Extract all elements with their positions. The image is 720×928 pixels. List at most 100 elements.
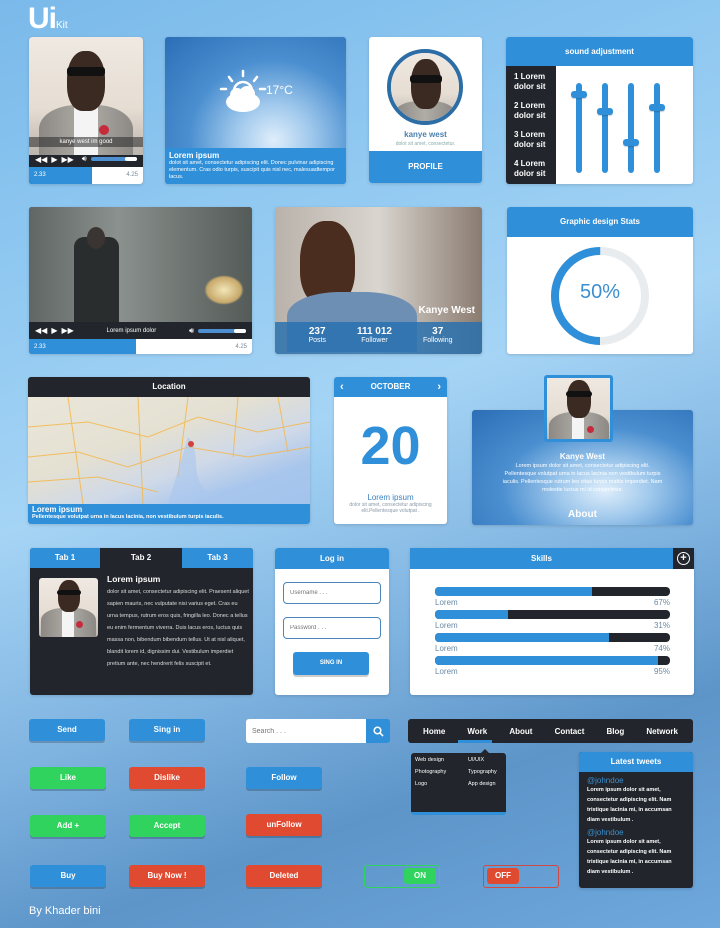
progress-bar[interactable]: 2.33 4.25: [29, 167, 143, 184]
username-input[interactable]: [283, 582, 381, 604]
skill-bar: [435, 633, 670, 642]
search-bar: [246, 719, 390, 743]
toggle-on[interactable]: ON: [364, 865, 440, 888]
nav-bar: Home Work About Contact Blog Network: [408, 719, 693, 743]
tweet-text: Lorem ipsum dolor sit amet, consectetur …: [587, 839, 672, 875]
play-icon[interactable]: ▶: [51, 155, 57, 164]
calendar-month: OCTOBER: [370, 382, 411, 391]
dropdown-item[interactable]: App design: [468, 781, 502, 793]
nav-work[interactable]: Work: [467, 727, 487, 736]
footer-credit: By Khader bini: [29, 905, 101, 917]
nav-blog[interactable]: Blog: [606, 727, 624, 736]
eq-slider[interactable]: [571, 83, 587, 173]
search-input[interactable]: [246, 719, 366, 743]
tweet-text: Lorem ipsum dolor sit amet, consectetur …: [587, 787, 672, 823]
skill-bar: [435, 587, 670, 596]
accept-button[interactable]: Accept: [129, 815, 205, 837]
eq-slider-knob[interactable]: [597, 107, 613, 115]
nav-contact[interactable]: Contact: [555, 727, 585, 736]
nav-home[interactable]: Home: [423, 727, 445, 736]
deleted-button[interactable]: Deleted: [246, 865, 322, 887]
profile-subtitle: dolot sit amet, consectetur.: [395, 141, 456, 147]
skill-value: 74%: [653, 644, 670, 653]
unfollow-button[interactable]: unFollow: [246, 814, 322, 836]
stat-following[interactable]: 37 Following: [423, 326, 453, 354]
tab-3[interactable]: Tab 3: [182, 548, 253, 568]
skill-bar-fill: [435, 610, 508, 619]
about-button[interactable]: About: [472, 509, 693, 520]
send-button[interactable]: Send: [29, 719, 105, 741]
profile-button[interactable]: PROFILE: [369, 151, 482, 183]
skill-bar-fill: [435, 633, 609, 642]
dropdown-item[interactable]: Typography: [468, 769, 502, 781]
profile-name: kanye west: [404, 130, 447, 139]
sound-adjustment-card: sound adjustment 1 Lorem dolor sit 2 Lor…: [506, 37, 693, 184]
dropdown-item[interactable]: Photography: [415, 769, 446, 781]
skill-bar: [435, 610, 670, 619]
temperature: 17°C: [266, 83, 293, 97]
weather-text: dolot sit amet, consectetur adipiscing e…: [169, 160, 335, 180]
video-player-card: ◀◀ ▶ ▶▶ Lorem ipsum dolor 🔊︎ 2.33 4.25: [29, 207, 252, 354]
calendar-event-text: dolor sit amet, consectetur adipiscing e…: [349, 502, 432, 514]
dropdown-item[interactable]: Web design: [415, 757, 444, 769]
nav-network[interactable]: Network: [646, 727, 678, 736]
fast-forward-icon[interactable]: ▶▶: [61, 326, 73, 335]
about-text: Lorem ipsum dolor sit amet, consectetur …: [502, 463, 663, 493]
weather-card: 17°C Lorem ipsum dolot sit amet, consect…: [165, 37, 346, 184]
password-input[interactable]: [283, 617, 381, 639]
channel-label: 2 Lorem dolor sit: [514, 101, 546, 120]
volume-slider[interactable]: [198, 328, 246, 333]
dropdown-item[interactable]: UI/UIX: [468, 757, 502, 769]
partly-cloudy-icon: [219, 69, 267, 112]
time-total: 4.25: [91, 167, 143, 184]
tab-1[interactable]: Tab 1: [30, 548, 100, 568]
next-month-icon[interactable]: ›: [437, 377, 441, 397]
login-card: Log in SING IN: [275, 548, 389, 695]
volume-icon[interactable]: 🔊︎: [82, 154, 87, 164]
eq-slider[interactable]: [623, 83, 639, 173]
follow-button[interactable]: Follow: [246, 767, 322, 789]
eq-slider[interactable]: [649, 83, 665, 173]
logo: UiKit: [28, 2, 68, 35]
eq-slider[interactable]: [597, 83, 613, 173]
dislike-button[interactable]: Dislike: [129, 767, 205, 789]
eq-slider-knob[interactable]: [571, 91, 587, 99]
add-skill-button[interactable]: +: [673, 548, 694, 569]
fast-forward-icon[interactable]: ▶▶: [61, 155, 73, 164]
login-submit-button[interactable]: SING IN: [293, 652, 369, 675]
tab-2[interactable]: Tab 2: [100, 548, 182, 568]
tabs-card: Tab 1 Tab 2 Tab 3 Lorem ipsum dolor sit …: [30, 548, 253, 695]
tweets-title: Latest tweets: [579, 752, 693, 772]
nav-about[interactable]: About: [509, 727, 532, 736]
music-player-card: kanye west im good ◀◀ ▶ ▶▶ 🔊︎ 2.33 4.25: [29, 37, 143, 184]
play-icon[interactable]: ▶: [51, 326, 57, 335]
tab-content-text: dolor sit amet, consectetur adipiscing e…: [107, 589, 249, 667]
map[interactable]: [28, 397, 310, 504]
rewind-icon[interactable]: ◀◀: [35, 155, 47, 164]
about-name: Kanye West: [559, 452, 606, 461]
rewind-icon[interactable]: ◀◀: [35, 326, 47, 335]
nav-dropdown: Web design UI/UIX Photography Typography L…: [411, 749, 506, 815]
progress-bar[interactable]: 2.33 4.25: [29, 339, 252, 354]
video-caption: Lorem ipsum dolor: [106, 327, 157, 334]
like-button[interactable]: Like: [30, 767, 106, 789]
dropdown-item[interactable]: Logo: [415, 781, 427, 793]
add-button[interactable]: Add +: [30, 815, 106, 837]
volume-slider[interactable]: [90, 157, 137, 161]
buy-button[interactable]: Buy: [30, 865, 106, 887]
skill-bar-fill: [435, 656, 659, 665]
stat-posts[interactable]: 237 Posts: [308, 326, 326, 354]
eq-slider-knob[interactable]: [649, 103, 665, 111]
stat-followers[interactable]: 111 012 Follower: [357, 326, 392, 354]
toggle-off[interactable]: OFF: [483, 865, 559, 888]
calendar-day: 20: [360, 416, 421, 476]
search-button[interactable]: [366, 719, 390, 743]
volume-icon[interactable]: 🔊︎: [189, 326, 194, 336]
tweet-handle[interactable]: @johndoe: [587, 828, 685, 837]
tweet-handle[interactable]: @johndoe: [587, 776, 685, 785]
login-title: Log in: [275, 548, 389, 569]
eq-slider-knob[interactable]: [623, 138, 639, 146]
buy-now-button[interactable]: Buy Now !: [129, 865, 205, 887]
prev-month-icon[interactable]: ‹: [340, 377, 344, 397]
signin-button[interactable]: Sing in: [129, 719, 205, 741]
